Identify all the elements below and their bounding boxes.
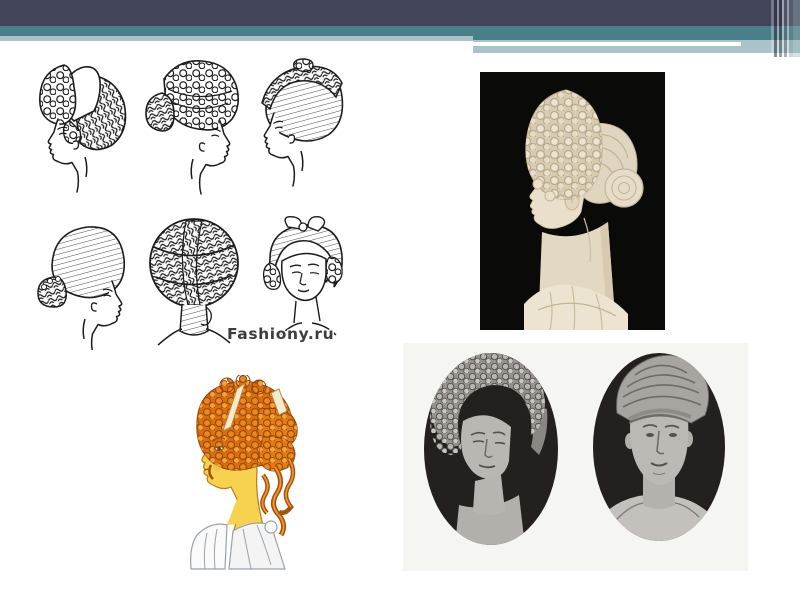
- oval-busts-svg: [403, 343, 748, 571]
- top-bar-teal-right: [473, 26, 800, 40]
- right-oval-bust: [593, 353, 725, 541]
- top-bar-lightteal-left: [0, 36, 473, 41]
- hairstyle-sketches-svg: [37, 58, 344, 350]
- sketch-head-5: [149, 218, 239, 346]
- watermark-text: Fashiony.ru: [227, 325, 335, 343]
- top-bar-teal-left: [0, 26, 473, 36]
- sketch-head-1: [38, 64, 127, 193]
- sketch-head-4: [37, 226, 126, 350]
- marble-bust-photo: [480, 72, 665, 330]
- top-bar-white-line: [473, 42, 741, 46]
- corner-stripe: [793, 0, 800, 57]
- presentation-slide: Fashiony.ru: [0, 0, 800, 600]
- illustrated-woman: [190, 375, 298, 570]
- orange-illustration-svg: [190, 375, 298, 570]
- hairstyle-sketches-image: Fashiony.ru: [28, 57, 360, 350]
- marble-bust-svg: [480, 72, 665, 330]
- top-bar-navy: [0, 0, 800, 26]
- oval-bust-portraits: [403, 343, 748, 571]
- sketch-head-3: [261, 58, 344, 187]
- sketch-head-2: [145, 60, 240, 195]
- orange-hair-illustration: [167, 375, 315, 572]
- sketch-head-6: [262, 216, 343, 336]
